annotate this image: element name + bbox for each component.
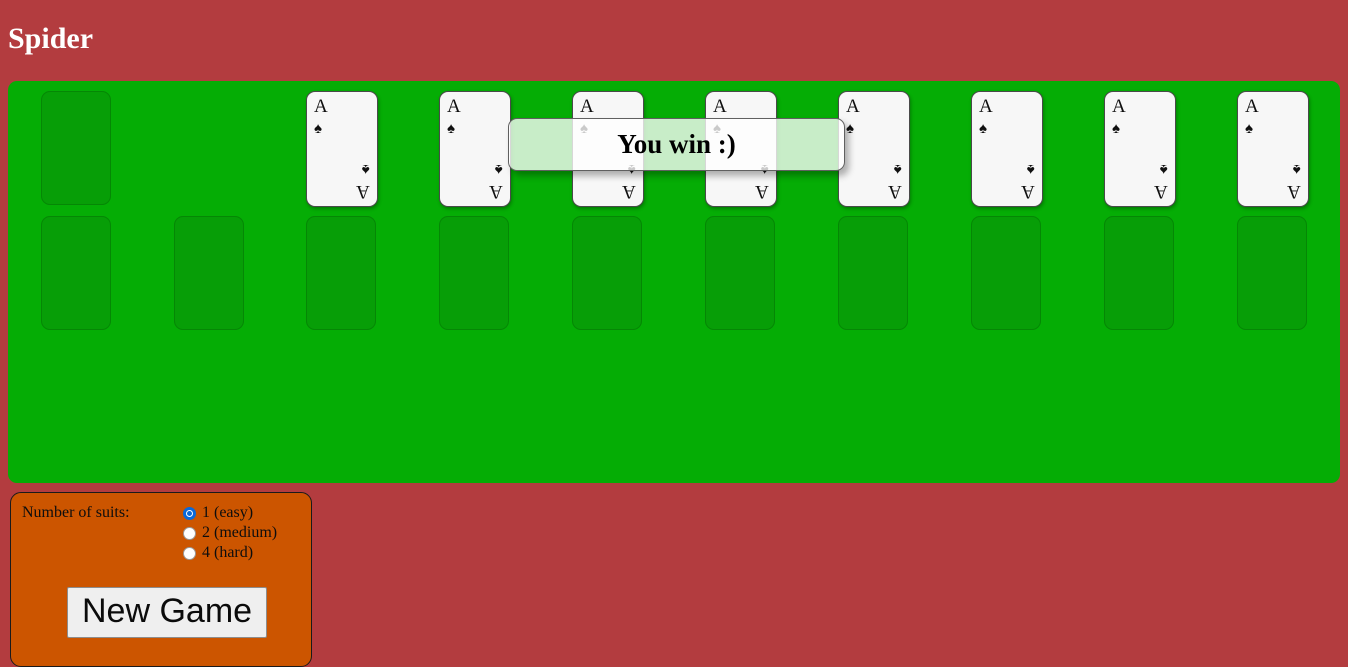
card-corner-top-left: A♠ <box>1112 97 1126 138</box>
tableau-column-9[interactable] <box>1104 216 1174 330</box>
empty-card-slot[interactable] <box>41 91 111 205</box>
suit-option-label: 4 (hard) <box>202 544 254 561</box>
number-of-suits-label: Number of suits: <box>22 504 130 521</box>
card-corner-bottom-right: A♠ <box>1287 160 1301 202</box>
card-corner-top-left: A♠ <box>1245 97 1259 138</box>
empty-card-slot[interactable] <box>41 216 111 330</box>
playing-card[interactable]: A♠A♠ <box>1237 91 1309 207</box>
card-corner-top-left: A♠ <box>447 97 461 138</box>
card-rank: A <box>447 96 461 117</box>
card-rank: A <box>1021 181 1035 202</box>
win-message-text: You win :) <box>617 129 736 159</box>
card-rank: A <box>846 96 860 117</box>
tableau-column-1[interactable] <box>41 216 111 330</box>
tableau-column-7[interactable] <box>838 216 908 330</box>
spades-suit-icon: ♠ <box>846 121 854 137</box>
radio-button-icon[interactable] <box>183 506 196 520</box>
empty-card-slot[interactable] <box>1104 216 1174 330</box>
win-message-overlay: You win :) <box>508 118 845 171</box>
card-corner-bottom-right: A♠ <box>356 160 370 202</box>
card-corner-bottom-right: A♠ <box>1021 160 1035 202</box>
tableau-column-7[interactable]: A ♠ A ♠ <box>838 91 910 207</box>
playing-card[interactable]: A♠A♠ <box>306 91 378 207</box>
playing-card[interactable]: A♠A♠ <box>439 91 511 207</box>
card-rank: A <box>888 181 902 202</box>
spades-suit-icon: ♠ <box>1245 121 1253 137</box>
tableau-column-6[interactable] <box>705 216 775 330</box>
card-corner-bottom-right: A♠ <box>888 160 902 202</box>
playing-card[interactable]: A♠A♠ <box>838 91 910 207</box>
tableau-column-3[interactable] <box>306 216 376 330</box>
empty-card-slot[interactable] <box>306 216 376 330</box>
empty-card-slot[interactable] <box>1237 216 1307 330</box>
spades-suit-icon: ♠ <box>1293 161 1301 177</box>
card-rank: A <box>979 96 993 117</box>
spades-suit-icon: ♠ <box>894 161 902 177</box>
tableau-column-10[interactable] <box>1237 216 1307 330</box>
controls-panel: Number of suits: 1 (easy) 2 (medium) 4 (ha… <box>10 492 312 667</box>
card-corner-top-left: A♠ <box>979 97 993 138</box>
spades-suit-icon: ♠ <box>1160 161 1168 177</box>
spades-suit-icon: ♠ <box>314 121 322 137</box>
playing-card[interactable]: A♠A♠ <box>1104 91 1176 207</box>
card-rank: A <box>755 181 769 202</box>
spades-suit-icon: ♠ <box>1027 161 1035 177</box>
tableau-column-1[interactable] <box>41 91 111 205</box>
radio-button-icon[interactable] <box>183 526 196 540</box>
tableau-row-second <box>8 216 1340 341</box>
spades-suit-icon: ♠ <box>1112 121 1120 137</box>
empty-card-slot[interactable] <box>705 216 775 330</box>
suit-option-1[interactable]: 1 (easy) <box>183 503 277 523</box>
card-rank: A <box>580 96 594 117</box>
spades-suit-icon: ♠ <box>447 121 455 137</box>
empty-card-slot[interactable] <box>971 216 1041 330</box>
empty-card-slot[interactable] <box>174 216 244 330</box>
spades-suit-icon: ♠ <box>362 161 370 177</box>
tableau-column-9[interactable]: A ♠ A ♠ <box>1104 91 1176 207</box>
card-rank: A <box>314 96 328 117</box>
card-rank: A <box>489 181 503 202</box>
card-rank: A <box>1245 96 1259 117</box>
tableau-column-10[interactable]: A ♠ A ♠ <box>1237 91 1309 207</box>
tableau-column-8[interactable]: A ♠ A ♠ <box>971 91 1043 207</box>
radio-button-icon[interactable] <box>183 546 196 560</box>
card-rank: A <box>713 96 727 117</box>
suit-options-group: 1 (easy) 2 (medium) 4 (hard) <box>183 503 277 563</box>
card-corner-top-left: A♠ <box>846 97 860 138</box>
page-title: Spider <box>8 22 94 55</box>
spades-suit-icon: ♠ <box>495 161 503 177</box>
spades-suit-icon: ♠ <box>979 121 987 137</box>
suit-option-label: 2 (medium) <box>202 524 278 541</box>
empty-card-slot[interactable] <box>838 216 908 330</box>
card-rank: A <box>622 181 636 202</box>
tableau-column-3[interactable]: A ♠ A ♠ <box>306 91 378 207</box>
card-corner-bottom-right: A♠ <box>489 160 503 202</box>
tableau-column-4[interactable]: A ♠ A ♠ <box>439 91 511 207</box>
card-rank: A <box>1112 96 1126 117</box>
new-game-button[interactable]: New Game <box>67 587 268 638</box>
card-corner-top-left: A♠ <box>314 97 328 138</box>
suit-option-label: 1 (easy) <box>202 504 254 521</box>
game-table: A♠A♠A♠A♠A♠A♠A♠A♠A♠A♠A♠A♠A♠A♠A♠A♠ You win… <box>8 81 1340 483</box>
playing-card[interactable]: A♠A♠ <box>971 91 1043 207</box>
tableau-column-5[interactable] <box>572 216 642 330</box>
card-rank: A <box>356 181 370 202</box>
tableau-column-4[interactable] <box>439 216 509 330</box>
card-corner-bottom-right: A♠ <box>1154 160 1168 202</box>
tableau-column-8[interactable] <box>971 216 1041 330</box>
empty-card-slot[interactable] <box>439 216 509 330</box>
suit-option-2[interactable]: 2 (medium) <box>183 523 277 543</box>
card-rank: A <box>1287 181 1301 202</box>
card-rank: A <box>1154 181 1168 202</box>
tableau-column-2[interactable] <box>174 216 244 330</box>
suit-option-4[interactable]: 4 (hard) <box>183 543 277 563</box>
empty-card-slot[interactable] <box>572 216 642 330</box>
